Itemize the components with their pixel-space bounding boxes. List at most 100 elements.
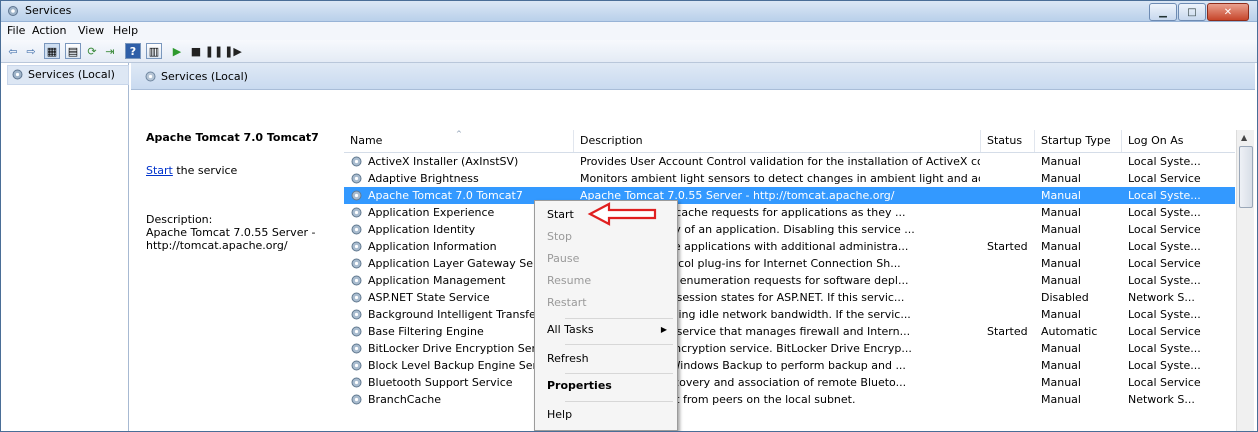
help-icon[interactable]: ? <box>125 43 141 59</box>
table-row[interactable]: Block Level Backup Engine Servi rvice is … <box>344 357 1235 374</box>
maximize-icon: □ <box>1187 6 1197 18</box>
context-menu-resume: Resume <box>547 274 592 287</box>
context-menu-help[interactable]: Help <box>537 404 673 426</box>
table-row[interactable]: BitLocker Drive Encryption Servi BitLocke… <box>344 340 1235 357</box>
column-log-on-as-label: Log On As <box>1128 134 1184 147</box>
column-header-description[interactable]: Description <box>574 130 981 152</box>
stop-service-icon[interactable]: ■ <box>188 43 204 59</box>
column-header-startup-type[interactable]: Startup Type <box>1035 130 1122 152</box>
export-list-icon[interactable]: ⇥ <box>102 43 118 59</box>
refresh-icon[interactable]: ⟳ <box>84 43 100 59</box>
row-description: Provides User Account Control validation… <box>580 155 980 168</box>
row-startup-type: Manual <box>1041 274 1081 287</box>
scroll-up-icon[interactable]: ▲ <box>1241 133 1247 142</box>
toolbar: ⇦ ⇨ ▦ ▤ ⟳ ⇥ ? ▥ ▶ ■ ❚❚ ❚▶ <box>1 40 1257 63</box>
table-row[interactable]: ActiveX Installer (AxInstSV) Provides Use… <box>344 153 1235 170</box>
start-service-icon[interactable]: ▶ <box>169 43 185 59</box>
forward-icon[interactable]: ⇨ <box>23 43 39 59</box>
show-hide-tree-icon[interactable]: ▦ <box>44 43 60 59</box>
tree-item-services-local[interactable]: Services (Local) <box>7 65 129 85</box>
menu-view[interactable]: View <box>78 24 104 37</box>
context-menu-all-tasks[interactable]: All Tasks ▶ <box>537 319 673 341</box>
context-menu-properties[interactable]: Properties <box>537 375 673 397</box>
title-bar: Services ▁ □ ✕ <box>1 1 1257 22</box>
row-startup-type: Manual <box>1041 257 1081 270</box>
minimize-button[interactable]: ▁ <box>1149 3 1177 21</box>
row-name: Adaptive Brightness <box>368 172 479 185</box>
table-row[interactable]: Application Information ning of interacti… <box>344 238 1235 255</box>
row-log-on-as: Local Syste... <box>1128 155 1201 168</box>
back-icon[interactable]: ⇦ <box>5 43 21 59</box>
table-row[interactable]: Adaptive Brightness Monitors ambient ligh… <box>344 170 1235 187</box>
table-row[interactable]: Application Experience ion compatibility … <box>344 204 1235 221</box>
services-window: Services ▁ □ ✕ File Action View Help ⇦ ⇨… <box>0 0 1258 432</box>
row-name: ActiveX Installer (AxInstSV) <box>368 155 519 168</box>
table-row[interactable]: Application Identity erifies the identity… <box>344 221 1235 238</box>
gear-icon <box>351 207 362 218</box>
pane-header: Services (Local) <box>131 63 1255 90</box>
properties-icon[interactable]: ▤ <box>65 43 81 59</box>
column-header-log-on-as[interactable]: Log On As <box>1122 130 1235 152</box>
service-name-heading: Apache Tomcat 7.0 Tomcat7 <box>146 131 319 144</box>
table-row[interactable]: Application Management ion, removal, and … <box>344 272 1235 289</box>
submenu-arrow-icon: ▶ <box>660 325 667 334</box>
context-menu-pause: Pause <box>547 252 580 265</box>
menu-action[interactable]: Action <box>32 24 66 37</box>
extended-view-icon[interactable]: ▥ <box>146 43 162 59</box>
context-menu-stop: Stop <box>547 230 573 243</box>
gear-icon <box>351 190 362 201</box>
description-line-1: Apache Tomcat 7.0.55 Server - <box>146 226 316 239</box>
row-log-on-as: Network S... <box>1128 291 1195 304</box>
column-header-name[interactable]: Name ^ <box>344 130 574 152</box>
row-log-on-as: Network S... <box>1128 393 1195 406</box>
row-log-on-as: Local Syste... <box>1128 206 1201 219</box>
table-row[interactable]: BranchCache s network content from peers … <box>344 391 1235 408</box>
console-tree: Services (Local) <box>5 63 129 431</box>
close-button[interactable]: ✕ <box>1207 3 1249 21</box>
column-header-status[interactable]: Status <box>981 130 1035 152</box>
row-startup-type: Manual <box>1041 359 1081 372</box>
context-menu-refresh[interactable]: Refresh <box>537 348 673 370</box>
row-startup-type: Manual <box>1041 308 1081 321</box>
table-row[interactable]: Bluetooth Support Service vice supports d… <box>344 374 1235 391</box>
row-log-on-as: Local Syste... <box>1128 308 1201 321</box>
table-row[interactable]: Base Filtering Engine Engine (BFE) is a s… <box>344 323 1235 340</box>
gear-icon <box>12 69 23 80</box>
row-log-on-as: Local Service <box>1128 325 1201 338</box>
maximize-button[interactable]: □ <box>1178 3 1206 21</box>
table-row[interactable]: Application Layer Gateway Servi or 3rd pa… <box>344 255 1235 272</box>
pause-service-icon[interactable]: ❚❚ <box>205 43 223 59</box>
start-service-link[interactable]: Start <box>146 164 173 177</box>
restart-service-icon[interactable]: ❚▶ <box>224 43 242 59</box>
gear-icon <box>351 156 362 167</box>
scrollbar-thumb[interactable] <box>1239 146 1253 208</box>
column-description-label: Description <box>580 134 643 147</box>
row-startup-type: Manual <box>1041 155 1081 168</box>
context-menu-restart: Restart <box>547 296 587 309</box>
row-log-on-as: Local Syste... <box>1128 359 1201 372</box>
annotation-arrow-icon <box>587 202 657 226</box>
row-startup-type: Manual <box>1041 172 1081 185</box>
row-log-on-as: Local Service <box>1128 223 1201 236</box>
row-startup-type: Manual <box>1041 376 1081 389</box>
row-status: Started <box>987 240 1028 253</box>
description-line-2: http://tomcat.apache.org/ <box>146 239 288 252</box>
gear-icon <box>351 224 362 235</box>
menu-file[interactable]: File <box>7 24 25 37</box>
window-title: Services <box>25 4 72 17</box>
row-startup-type: Manual <box>1041 223 1081 236</box>
row-startup-type: Manual <box>1041 393 1081 406</box>
description-label: Description: <box>146 213 213 226</box>
table-row[interactable]: Apache Tomcat 7.0 Tomcat7 Apache Tomcat 7… <box>344 187 1235 204</box>
gear-icon <box>8 6 18 16</box>
gear-icon <box>351 241 362 252</box>
vertical-scrollbar[interactable]: ▲ <box>1236 130 1254 431</box>
table-row[interactable]: ASP.NET State Service or out-of-process s… <box>344 289 1235 306</box>
table-row[interactable]: Background Intelligent Transfer he backgr… <box>344 306 1235 323</box>
row-startup-type: Manual <box>1041 206 1081 219</box>
gear-icon <box>351 173 362 184</box>
gear-icon <box>351 326 362 337</box>
menu-help[interactable]: Help <box>113 24 138 37</box>
start-service-suffix: the service <box>172 164 238 177</box>
row-log-on-as: Local Service <box>1128 376 1201 389</box>
